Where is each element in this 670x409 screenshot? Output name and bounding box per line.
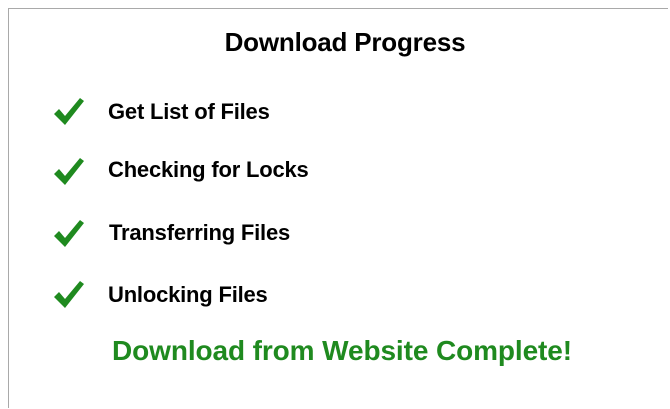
step-label: Get List of Files	[108, 99, 270, 124]
step-label: Transferring Files	[109, 220, 291, 245]
step-label: Checking for Locks	[108, 157, 309, 182]
step-get-list-of-files	[52, 92, 86, 132]
checkmark-icon	[54, 158, 84, 185]
checkmark-icon	[54, 98, 84, 125]
checkmark-icon	[54, 220, 84, 247]
download-complete-message: Download from Website Complete!	[112, 335, 572, 366]
step-transferring-files	[52, 214, 86, 254]
dialog-title: Download Progress	[224, 27, 466, 57]
step-unlocking-files	[52, 275, 86, 315]
checkmark-icon	[54, 281, 84, 308]
step-checking-for-locks	[52, 152, 86, 192]
step-label: Unlocking Files	[108, 282, 268, 307]
